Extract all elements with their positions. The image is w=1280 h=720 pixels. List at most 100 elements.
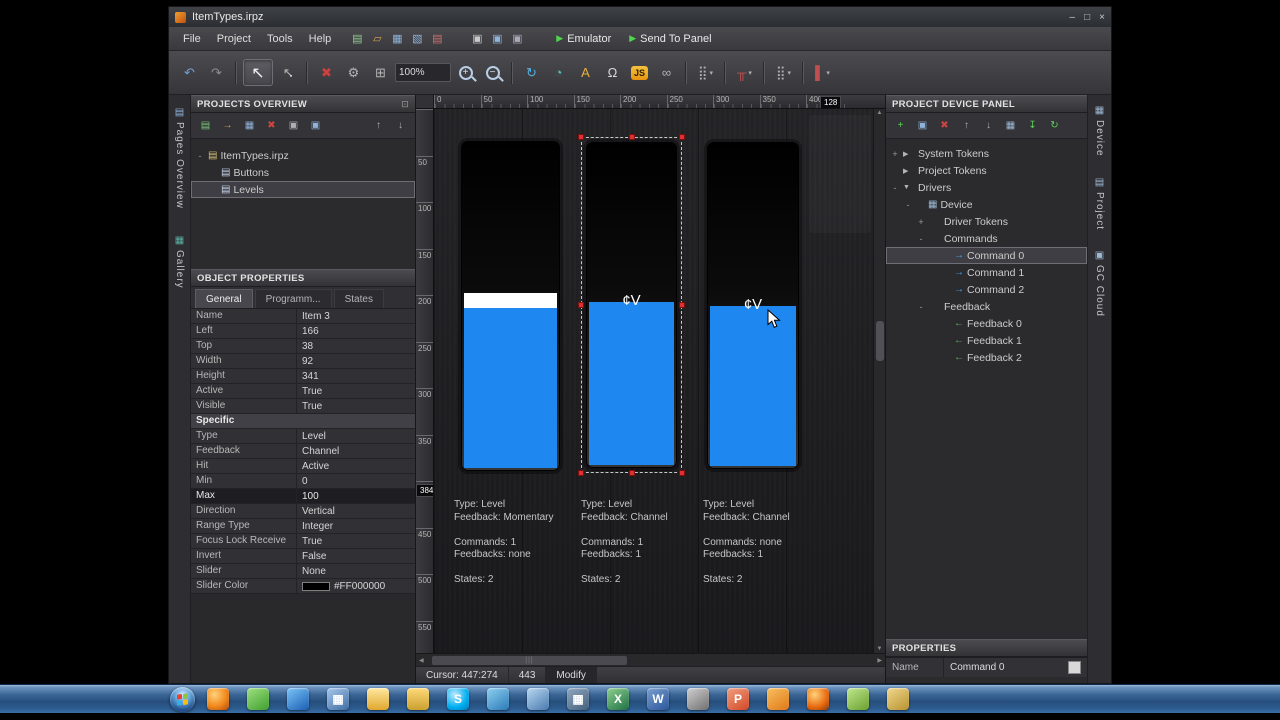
messenger-icon[interactable] bbox=[481, 687, 515, 712]
properties-tab[interactable]: States bbox=[334, 289, 384, 308]
property-row[interactable]: Slider Color #FF000000 bbox=[191, 579, 415, 594]
tree-item[interactable]: - Commands bbox=[886, 230, 1087, 247]
skype-icon[interactable]: S bbox=[441, 687, 475, 712]
selection-handle[interactable] bbox=[578, 302, 584, 308]
refresh-button[interactable]: ↻ bbox=[1044, 116, 1065, 135]
tree-item[interactable]: ▶ Project Tokens bbox=[886, 162, 1087, 179]
property-value[interactable]: Vertical bbox=[297, 504, 415, 518]
keyboard-button[interactable]: ▦ bbox=[1000, 116, 1021, 135]
expander-icon[interactable]: - bbox=[916, 234, 926, 244]
tree-item[interactable]: ← Feedback 1 bbox=[886, 332, 1087, 349]
tree-item[interactable]: → Command 1 bbox=[886, 264, 1087, 281]
property-row[interactable]: Left 166 bbox=[191, 324, 415, 339]
properties-tab[interactable]: General bbox=[195, 289, 253, 308]
property-value[interactable]: None bbox=[297, 564, 415, 578]
property-row[interactable]: Feedback Channel bbox=[191, 444, 415, 459]
property-row[interactable]: Visible True bbox=[191, 399, 415, 414]
property-value[interactable]: Active bbox=[297, 459, 415, 473]
tree-item[interactable]: - ▦ Device bbox=[886, 196, 1087, 213]
palette-tool[interactable]: A bbox=[573, 59, 598, 86]
expander-icon[interactable]: + bbox=[916, 217, 926, 227]
expander-icon[interactable]: - bbox=[903, 200, 913, 210]
delete-button[interactable]: ✖ bbox=[934, 116, 955, 135]
selection-handle[interactable] bbox=[578, 134, 584, 140]
close-button[interactable]: × bbox=[1099, 12, 1105, 23]
grid-options[interactable]: ⣿ bbox=[693, 59, 718, 86]
save-button[interactable]: ▦ bbox=[239, 116, 260, 135]
align-options[interactable]: ╥ bbox=[732, 59, 757, 86]
save-app-icon[interactable]: ▦ bbox=[321, 687, 355, 712]
property-row[interactable]: Width 92 bbox=[191, 354, 415, 369]
property-value[interactable]: True bbox=[297, 399, 415, 413]
property-value[interactable]: 100 bbox=[297, 489, 415, 503]
firefox-icon[interactable] bbox=[201, 687, 235, 712]
link-tool[interactable]: ∞ bbox=[654, 59, 679, 86]
undo-button[interactable]: ↶ bbox=[177, 59, 202, 86]
property-value[interactable]: Item 3 bbox=[297, 309, 415, 323]
open-button[interactable]: ▱ bbox=[367, 30, 387, 48]
selection-handle[interactable] bbox=[629, 134, 635, 140]
menu-item[interactable]: Project bbox=[209, 30, 259, 48]
property-value[interactable]: 166 bbox=[297, 324, 415, 338]
zoom-out-button[interactable]: − bbox=[480, 59, 505, 86]
tree-item[interactable]: - ▼ Drivers bbox=[886, 179, 1087, 196]
minimize-button[interactable]: – bbox=[1070, 12, 1076, 23]
snap-options[interactable]: ⣿ bbox=[771, 59, 796, 86]
tree-item[interactable]: ▤ Levels bbox=[191, 181, 415, 198]
property-value[interactable]: #FF000000 bbox=[297, 579, 415, 593]
vertical-scrollbar[interactable]: ▲ ▼ bbox=[873, 109, 885, 653]
js-badge[interactable]: JS bbox=[627, 59, 652, 86]
property-row[interactable]: Height 341 bbox=[191, 369, 415, 384]
chat-app-icon[interactable] bbox=[241, 687, 275, 712]
tree-item[interactable]: - ▤ ItemTypes.irpz bbox=[191, 147, 415, 164]
tree-item[interactable]: - Feedback bbox=[886, 298, 1087, 315]
grid-app-icon[interactable]: ▦ bbox=[561, 687, 595, 712]
tree-item[interactable]: ← Feedback 0 bbox=[886, 315, 1087, 332]
property-row[interactable]: Specific bbox=[191, 414, 415, 429]
scrollbar-thumb[interactable] bbox=[876, 321, 884, 361]
expander-icon[interactable]: + bbox=[890, 149, 900, 159]
browser-icon[interactable] bbox=[801, 687, 835, 712]
select-tool[interactable]: ↖ bbox=[243, 59, 273, 86]
powerpoint-icon[interactable]: P bbox=[721, 687, 755, 712]
office-app-icon[interactable] bbox=[761, 687, 795, 712]
property-value[interactable]: 341 bbox=[297, 369, 415, 383]
tree-item[interactable]: → Command 2 bbox=[886, 281, 1087, 298]
move-up-button[interactable]: ↑ bbox=[956, 116, 977, 135]
property-row[interactable]: Max 100 bbox=[191, 489, 415, 504]
delete-button[interactable]: ✖ bbox=[261, 116, 282, 135]
emulator-button[interactable]: ▶ Emulator bbox=[547, 31, 620, 47]
name-value-field[interactable]: Command 0 bbox=[944, 661, 1087, 674]
selection-handle[interactable] bbox=[679, 470, 685, 476]
scroll-down-icon[interactable]: ▼ bbox=[877, 646, 883, 652]
keys-icon[interactable] bbox=[881, 687, 915, 712]
delete-page-button[interactable]: ▤ bbox=[427, 30, 447, 48]
notes-icon[interactable] bbox=[841, 687, 875, 712]
selection-handle[interactable] bbox=[629, 470, 635, 476]
word-icon[interactable]: W bbox=[641, 687, 675, 712]
send-to-panel-button[interactable]: ▶ Send To Panel bbox=[620, 31, 720, 47]
level-item-1[interactable] bbox=[461, 141, 560, 471]
side-tab[interactable]: ▤ Pages Overview bbox=[174, 107, 185, 209]
zoom-select[interactable]: 100% bbox=[395, 63, 451, 82]
side-tab[interactable]: ▤ Project bbox=[1094, 177, 1105, 230]
properties-tab[interactable]: Programm... bbox=[255, 289, 332, 308]
paste-button[interactable]: ▣ bbox=[305, 116, 326, 135]
add-page-button[interactable]: ▤ bbox=[195, 116, 216, 135]
tree-item[interactable]: ▤ Buttons bbox=[191, 164, 415, 181]
add-button[interactable]: + bbox=[890, 116, 911, 135]
selection-handle[interactable] bbox=[578, 470, 584, 476]
window-app-icon[interactable] bbox=[521, 687, 555, 712]
orbit-tool[interactable]: ◔ bbox=[546, 59, 571, 86]
scrollbar-thumb[interactable]: ||| bbox=[432, 656, 627, 665]
edit-value-button[interactable] bbox=[1068, 661, 1081, 674]
property-row[interactable]: Range Type Integer bbox=[191, 519, 415, 534]
property-row[interactable]: Active True bbox=[191, 384, 415, 399]
omega-tool[interactable]: Ω bbox=[600, 59, 625, 86]
property-row[interactable]: Hit Active bbox=[191, 459, 415, 474]
side-tab[interactable]: ▣ GC Cloud bbox=[1094, 250, 1105, 317]
new-page-button[interactable]: ▤ bbox=[347, 30, 367, 48]
property-row[interactable]: Top 38 bbox=[191, 339, 415, 354]
folder-icon[interactable] bbox=[401, 687, 435, 712]
scroll-right-icon[interactable]: ▶ bbox=[877, 657, 882, 664]
